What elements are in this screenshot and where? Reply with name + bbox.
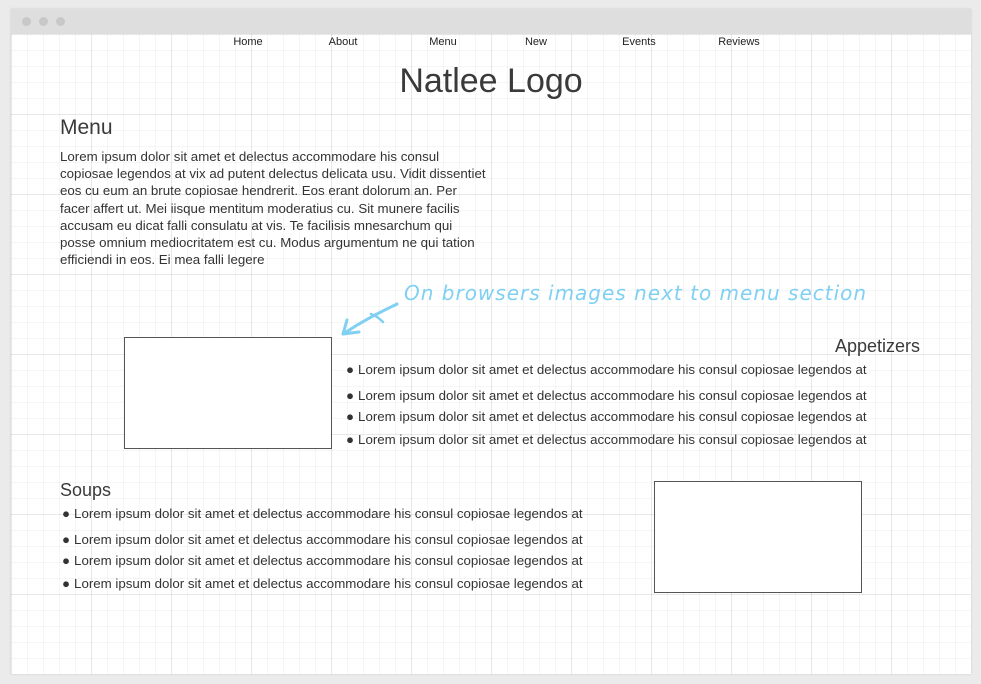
bullet-icon: ● xyxy=(62,553,71,568)
list-item-text: Lorem ipsum dolor sit amet et delectus a… xyxy=(358,409,867,424)
soups-image-placeholder xyxy=(654,481,862,593)
nav-reviews[interactable]: Reviews xyxy=(718,36,760,48)
browser-window: Home About Menu New Events Reviews Natle… xyxy=(11,9,971,674)
minimize-window-dot[interactable] xyxy=(39,17,48,26)
menu-description: Lorem ipsum dolor sit amet et delectus a… xyxy=(60,149,486,268)
maximize-window-dot[interactable] xyxy=(56,17,65,26)
wireframe-canvas: Home About Menu New Events Reviews Natle… xyxy=(11,34,971,674)
list-item: ● Lorem ipsum dolor sit amet et delectus … xyxy=(62,532,583,547)
list-item-text: Lorem ipsum dolor sit amet et delectus a… xyxy=(358,388,867,403)
list-item-text: Lorem ipsum dolor sit amet et delectus a… xyxy=(358,362,867,377)
handwritten-annotation: On browsers images next to menu section xyxy=(404,281,868,305)
bullet-icon: ● xyxy=(346,409,355,424)
soups-heading: Soups xyxy=(60,480,112,500)
site-logo[interactable]: Natlee Logo xyxy=(11,62,971,101)
list-item: ● Lorem ipsum dolor sit amet et delectus … xyxy=(346,388,867,403)
close-window-dot[interactable] xyxy=(22,17,31,26)
list-item: ● Lorem ipsum dolor sit amet et delectus … xyxy=(62,506,583,521)
list-item: ● Lorem ipsum dolor sit amet et delectus … xyxy=(346,362,867,377)
nav-home[interactable]: Home xyxy=(233,36,262,48)
bullet-icon: ● xyxy=(346,432,355,447)
bullet-icon: ● xyxy=(62,506,71,521)
appetizers-heading: Appetizers xyxy=(834,336,920,356)
appetizers-image-placeholder xyxy=(124,337,332,449)
list-item-text: Lorem ipsum dolor sit amet et delectus a… xyxy=(74,532,583,547)
nav-new[interactable]: New xyxy=(525,36,547,48)
bullet-icon: ● xyxy=(62,532,71,547)
nav-about[interactable]: About xyxy=(329,36,358,48)
menu-heading: Menu xyxy=(60,116,113,139)
list-item-text: Lorem ipsum dolor sit amet et delectus a… xyxy=(74,553,583,568)
list-item-text: Lorem ipsum dolor sit amet et delectus a… xyxy=(358,432,867,447)
nav-events[interactable]: Events xyxy=(622,36,656,48)
list-item-text: Lorem ipsum dolor sit amet et delectus a… xyxy=(74,576,583,591)
list-item: ● Lorem ipsum dolor sit amet et delectus … xyxy=(346,409,867,424)
nav-menu[interactable]: Menu xyxy=(429,36,457,48)
bullet-icon: ● xyxy=(62,576,71,591)
bullet-icon: ● xyxy=(346,362,355,377)
list-item: ● Lorem ipsum dolor sit amet et delectus … xyxy=(62,553,583,568)
bullet-icon: ● xyxy=(346,388,355,403)
title-bar xyxy=(11,9,971,34)
list-item: ● Lorem ipsum dolor sit amet et delectus … xyxy=(62,576,583,591)
annotation-arrow-icon xyxy=(341,302,399,336)
list-item-text: Lorem ipsum dolor sit amet et delectus a… xyxy=(74,506,583,521)
list-item: ● Lorem ipsum dolor sit amet et delectus … xyxy=(346,432,867,447)
